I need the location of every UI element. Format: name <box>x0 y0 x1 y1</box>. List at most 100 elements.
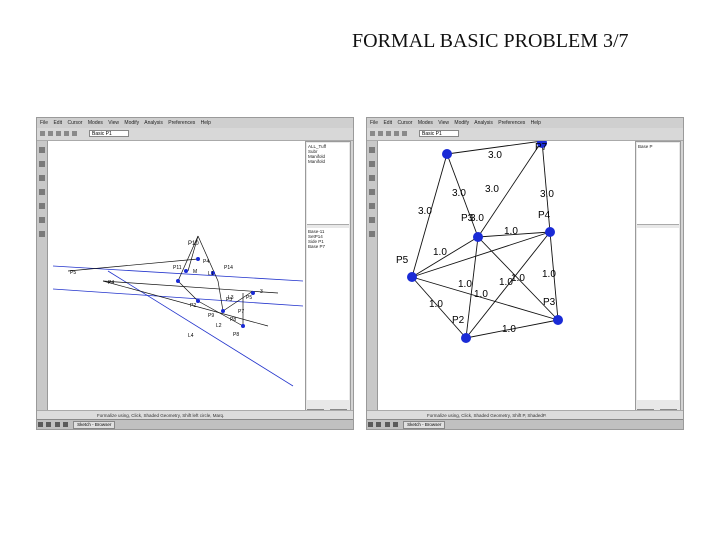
toolbar-icon[interactable] <box>386 131 391 136</box>
menu-file[interactable]: File <box>40 120 48 126</box>
taskbar-window-button[interactable]: Sketch - Browser <box>73 420 116 429</box>
edge <box>217 280 224 312</box>
point-label: P5 <box>396 255 409 266</box>
taskbar-icon[interactable] <box>384 422 390 428</box>
taskbar-icon[interactable] <box>62 422 68 428</box>
panel-buttons: Ignore Delete <box>307 401 349 417</box>
graph-node[interactable] <box>461 333 471 343</box>
point-label: P4 <box>538 210 551 221</box>
geo-label: P4 <box>203 259 209 265</box>
menu-analysis[interactable]: Analysis <box>474 120 493 126</box>
weight-label: 1.0 <box>504 226 518 237</box>
tool-icon[interactable] <box>369 147 375 153</box>
tool-icon[interactable] <box>39 189 45 195</box>
taskbar-icon[interactable] <box>54 422 60 428</box>
weight-label: 1.0 <box>429 299 443 310</box>
menu-preferences[interactable]: Preferences <box>498 120 525 126</box>
taskbar: Sketch - Browser <box>367 419 683 429</box>
point-node[interactable] <box>196 299 200 303</box>
menu-edit[interactable]: Edit <box>53 120 62 126</box>
object-tree[interactable]: ALL_Tuff Subr Manifold Manifold <box>307 143 349 225</box>
graph-node[interactable] <box>442 149 452 159</box>
tool-icon[interactable] <box>369 217 375 223</box>
tool-icon[interactable] <box>39 147 45 153</box>
menu-help[interactable]: Help <box>531 120 541 126</box>
menu-help[interactable]: Help <box>201 120 211 126</box>
graph-node[interactable] <box>553 315 563 325</box>
geo-label: L2 <box>216 323 222 329</box>
geo-label: P14 <box>224 265 233 271</box>
weight-label: 3.0 <box>485 184 499 195</box>
geo-label: L4 <box>188 333 194 339</box>
menu-bar: File Edit Cursor Modes View Modify Analy… <box>37 118 353 128</box>
object-tree[interactable]: Base P <box>637 143 679 225</box>
toolbar-icon[interactable] <box>40 131 45 136</box>
sketch-canvas[interactable]: P10 P11 P14 P4 P2 P9 P5 P8 P4 P5 P8 P3 P… <box>48 141 305 411</box>
tool-icon[interactable] <box>369 161 375 167</box>
screenshot-left: File Edit Cursor Modes View Modify Analy… <box>36 117 354 430</box>
toolbar-icon[interactable] <box>64 131 69 136</box>
tool-icon[interactable] <box>369 189 375 195</box>
point-node[interactable] <box>221 309 225 313</box>
graph-node[interactable] <box>407 272 417 282</box>
menu-modes[interactable]: Modes <box>88 120 103 126</box>
tool-select[interactable]: Basic P1 <box>419 130 459 137</box>
point-label: P3 <box>543 297 556 308</box>
menu-analysis[interactable]: Analysis <box>144 120 163 126</box>
menu-modes[interactable]: Modes <box>418 120 433 126</box>
tool-icon[interactable] <box>39 231 45 237</box>
toolbar-icon[interactable] <box>394 131 399 136</box>
toolbar-icon[interactable] <box>56 131 61 136</box>
point-node[interactable] <box>196 257 200 261</box>
tool-icon[interactable] <box>369 203 375 209</box>
start-icon[interactable] <box>38 422 43 428</box>
taskbar-icon[interactable] <box>376 422 382 428</box>
menu-file[interactable]: File <box>370 120 378 126</box>
tool-palette <box>367 141 378 411</box>
geo-label: P11 <box>173 265 182 271</box>
menu-view[interactable]: View <box>108 120 119 126</box>
tool-icon[interactable] <box>39 217 45 223</box>
object-list[interactable] <box>637 228 679 400</box>
sketch-canvas[interactable]: P7 P4 P3 P2 P5 P3 3.0 3.0 3.0 3.0 3.0 3.… <box>378 138 637 411</box>
toolbar-icon[interactable] <box>72 131 77 136</box>
tree-item[interactable]: Base P <box>638 144 678 149</box>
point-node[interactable] <box>176 279 180 283</box>
graph-node[interactable] <box>473 232 483 242</box>
geo-label: M <box>193 269 197 275</box>
toolbar-icon[interactable] <box>378 131 383 136</box>
object-browser-panel: ALL_Tuff Subr Manifold Manifold Base-11 … <box>305 141 351 417</box>
tool-icon[interactable] <box>39 175 45 181</box>
tool-icon[interactable] <box>369 175 375 181</box>
weight-label: 1.0 <box>542 269 556 280</box>
object-list[interactable]: Base-11 SetP14 Side P1 Base P7 <box>307 228 349 400</box>
toolbar-icon[interactable] <box>402 131 407 136</box>
menu-view[interactable]: View <box>438 120 449 126</box>
tree-item[interactable]: Manifold <box>308 159 348 164</box>
point-label: P2 <box>452 315 465 326</box>
list-item[interactable]: Base P7 <box>308 244 348 249</box>
menu-preferences[interactable]: Preferences <box>168 120 195 126</box>
geo-label: L1 <box>208 271 214 277</box>
tool-icon[interactable] <box>39 203 45 209</box>
point-node[interactable] <box>241 324 245 328</box>
start-icon[interactable] <box>368 422 373 428</box>
weight-label: 3.0 <box>488 150 502 161</box>
toolbar-icon[interactable] <box>370 131 375 136</box>
menu-cursor[interactable]: Cursor <box>397 120 412 126</box>
tool-select[interactable]: Basic P1 <box>89 130 129 137</box>
toolbar-icon[interactable] <box>48 131 53 136</box>
graph-node[interactable] <box>545 227 555 237</box>
tool-icon[interactable] <box>369 231 375 237</box>
menu-edit[interactable]: Edit <box>383 120 392 126</box>
menu-cursor[interactable]: Cursor <box>67 120 82 126</box>
menu-modify[interactable]: Modify <box>454 120 469 126</box>
taskbar: Sketch - Browser <box>37 419 353 429</box>
taskbar-icon[interactable] <box>392 422 398 428</box>
geo-label: L3 <box>228 295 234 301</box>
menu-modify[interactable]: Modify <box>124 120 139 126</box>
taskbar-icon[interactable] <box>46 422 52 428</box>
taskbar-window-button[interactable]: Sketch - Browser <box>403 420 446 429</box>
point-node[interactable] <box>184 269 188 273</box>
tool-icon[interactable] <box>39 161 45 167</box>
